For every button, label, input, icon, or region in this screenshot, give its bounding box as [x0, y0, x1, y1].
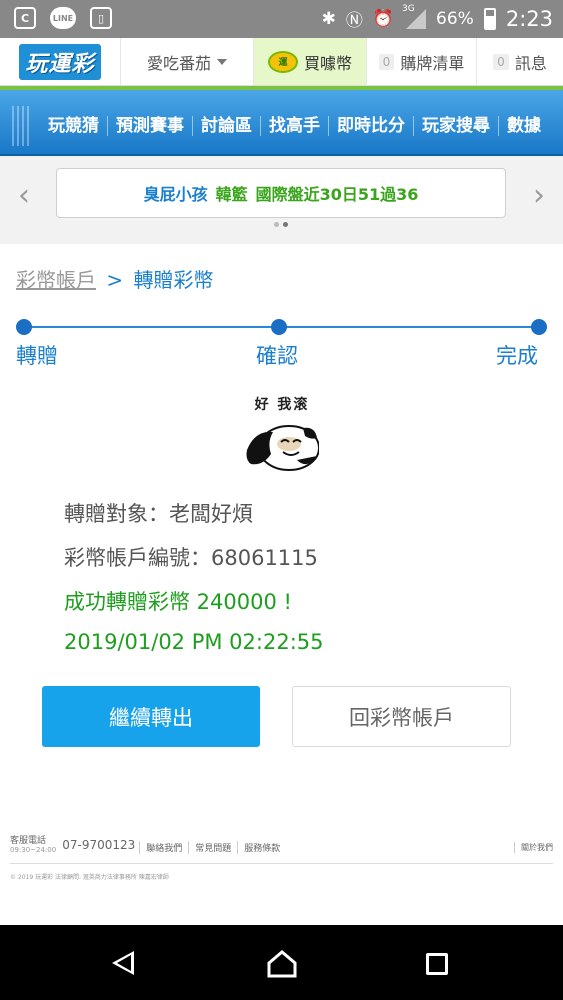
menu-item-predict[interactable]: 預測賽事 — [108, 116, 193, 136]
footer-link-faq[interactable]: 常見問題 — [188, 841, 237, 854]
alarm-icon: ⏰ — [372, 8, 395, 29]
buy-coins-label: 買噱幣 — [303, 53, 352, 73]
chevron-down-icon — [217, 58, 227, 65]
status-bar: C LINE ▯ ✱ Ⓝ ⏰ 3G 66% 2:23 — [0, 0, 563, 38]
step-dot-2 — [271, 319, 287, 335]
system-nav-bar — [0, 925, 563, 1000]
nfc-icon: Ⓝ — [345, 11, 363, 31]
bluetooth-icon: ✱ — [321, 8, 336, 29]
breadcrumb-coin-account[interactable]: 彩幣帳戶 — [16, 268, 96, 292]
home-icon[interactable] — [266, 949, 298, 979]
messages-button[interactable]: 0 訊息 — [476, 38, 563, 85]
copyright: © 2019 玩運彩 法律顧問: 滙英商力法律事務所 陳嘉宏律師 — [10, 874, 169, 881]
carousel-item[interactable]: 臭屁小孩 韓籃 國際盤近30日51過36 — [56, 168, 506, 218]
carousel-dot-active[interactable] — [283, 222, 288, 227]
meme-image: 好 我滚 — [237, 392, 327, 478]
site-logo[interactable]: 玩運彩 — [0, 38, 120, 86]
back-to-account-button[interactable]: 回彩幣帳戶 — [292, 686, 511, 747]
purchase-list-button[interactable]: 0 購牌清單 — [366, 38, 476, 85]
carousel-dots — [274, 222, 288, 227]
chevron-right-icon[interactable]: › — [533, 178, 545, 213]
footer-link-terms[interactable]: 服務條款 — [237, 841, 286, 854]
recipient-info: 轉贈對象：老闆好煩 — [64, 502, 253, 526]
panda-face-icon — [246, 425, 319, 471]
announcement-carousel: ‹ 臭屁小孩 韓籃 國際盤近30日51過36 › — [0, 156, 563, 244]
transfer-timestamp: 2019/01/02 PM 02:22:55 — [64, 630, 324, 654]
recent-apps-icon[interactable] — [426, 953, 448, 975]
footer-links: 聯絡我們 常見問題 服務條款 — [139, 841, 286, 854]
menu-item-data[interactable]: 數據 — [499, 116, 549, 136]
service-hours: 09:30~24:00 — [10, 846, 57, 854]
breadcrumb-current: 轉贈彩幣 — [133, 268, 214, 292]
coin-icon: 運 — [267, 50, 298, 73]
step-label-confirm: 確認 — [256, 344, 298, 368]
progress-steps: 轉贈 確認 完成 — [16, 318, 547, 368]
username: 愛吃番茄 — [146, 53, 211, 73]
footer: 客服電話 09:30~24:00 07-9700123 聯絡我們 常見問題 服務… — [0, 836, 563, 896]
line-icon: LINE — [50, 7, 76, 29]
back-icon-inner — [117, 955, 131, 971]
service-label-group: 客服電話 09:30~24:00 — [10, 836, 56, 854]
messages-label: 訊息 — [514, 53, 547, 73]
success-message: 成功轉贈彩幣 240000 ! — [64, 590, 292, 614]
meme-caption: 好 我滚 — [254, 397, 310, 413]
breadcrumb: 彩幣帳戶 > 轉贈彩幣 — [16, 264, 213, 293]
footer-link-contact[interactable]: 聯絡我們 — [139, 841, 188, 854]
step-label-transfer: 轉贈 — [16, 344, 58, 368]
logo-text: 玩運彩 — [19, 44, 101, 80]
carousel-user: 臭屁小孩 — [143, 185, 208, 204]
main-menu: 玩競猜 預測賽事 討論區 找高手 即時比分 玩家搜尋 數據 — [0, 90, 563, 156]
carousel-dot[interactable] — [274, 222, 279, 227]
breadcrumb-separator: > — [106, 268, 124, 292]
purchase-list-label: 購牌清單 — [400, 53, 465, 73]
user-menu[interactable]: 愛吃番茄 — [120, 38, 253, 85]
screen: C LINE ▯ ✱ Ⓝ ⏰ 3G 66% 2:23 玩運彩 愛吃番茄 運 買噱… — [0, 0, 563, 1000]
notification-phone-icon: ▯ — [90, 7, 112, 29]
service-phone-label: 客服電話 — [10, 836, 47, 846]
carousel-league: 韓籃 — [215, 185, 248, 204]
messages-count: 0 — [493, 53, 509, 70]
step-label-complete: 完成 — [496, 344, 538, 368]
top-nav: 玩運彩 愛吃番茄 運 買噱幣 0 購牌清單 0 訊息 — [0, 38, 563, 86]
menu-item-guess[interactable]: 玩競猜 — [40, 116, 108, 136]
menu-item-forum[interactable]: 討論區 — [193, 116, 261, 136]
menu-scroll-handle[interactable] — [12, 106, 32, 146]
chevron-left-icon[interactable]: ‹ — [18, 178, 30, 213]
main-content: 彩幣帳戶 > 轉贈彩幣 轉贈 確認 完成 好 我滚 轉贈對象：老闆好煩 彩幣帳戶… — [0, 244, 563, 925]
battery-icon — [483, 7, 496, 30]
menu-item-player-search[interactable]: 玩家搜尋 — [414, 116, 499, 136]
purchase-list-count: 0 — [378, 53, 395, 70]
clock: 2:23 — [505, 6, 553, 31]
step-dot-3 — [531, 319, 547, 335]
continue-transfer-button[interactable]: 繼續轉出 — [42, 686, 260, 747]
notification-app-icon: C — [14, 7, 36, 29]
account-number: 彩幣帳戶編號：68061115 — [64, 546, 318, 570]
menu-item-livescore[interactable]: 即時比分 — [329, 116, 414, 136]
signal-icon: 3G — [402, 4, 427, 30]
buy-coins-button[interactable]: 運 買噱幣 — [253, 38, 366, 85]
footer-link-about[interactable]: 關於我們 — [514, 842, 553, 853]
carousel-record: 國際盤近30日51過36 — [255, 185, 419, 204]
step-dot-1 — [16, 319, 32, 335]
service-phone[interactable]: 07-9700123 — [62, 838, 135, 852]
menu-item-experts[interactable]: 找高手 — [261, 116, 329, 136]
battery-percent: 66% — [436, 8, 474, 29]
